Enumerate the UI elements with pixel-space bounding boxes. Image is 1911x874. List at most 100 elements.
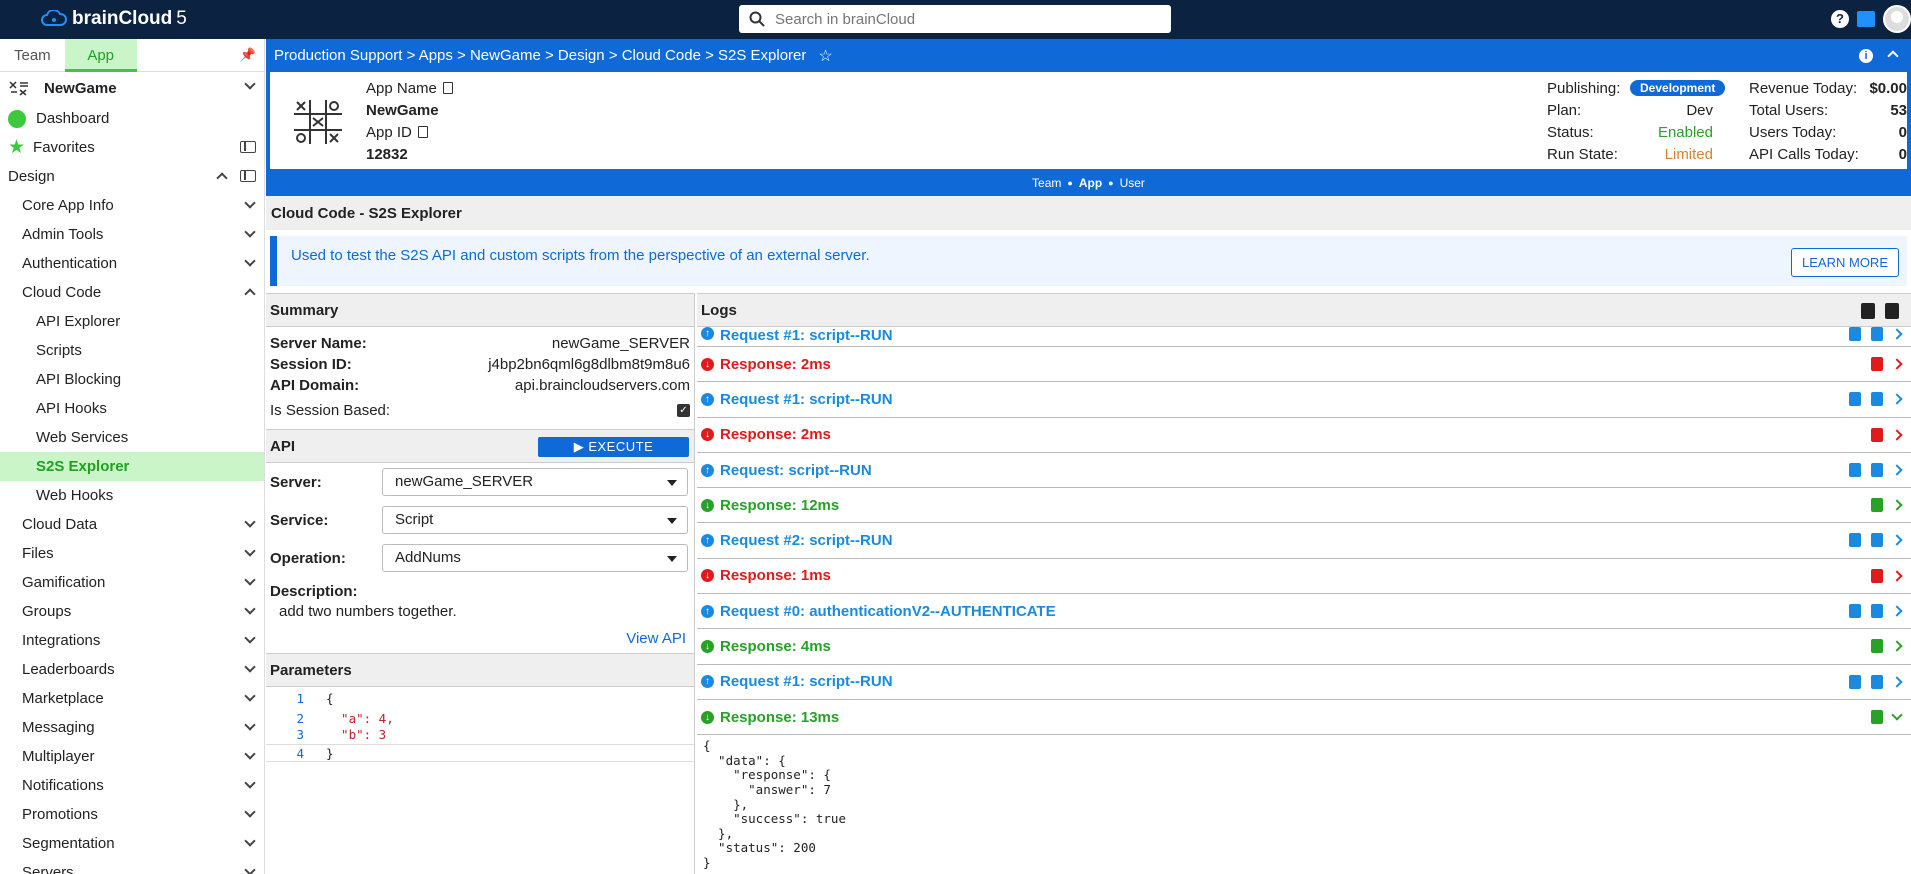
chevron-up-icon[interactable] — [1887, 50, 1899, 62]
sidebar-item-groups[interactable]: Groups — [0, 597, 264, 626]
chevron-right-icon[interactable] — [1891, 676, 1903, 688]
sidebar-item-integrations[interactable]: Integrations — [0, 626, 264, 655]
chevron-down-icon[interactable] — [1891, 709, 1903, 721]
chevron-right-icon[interactable] — [1891, 499, 1903, 511]
log-request-row[interactable]: ↑ Request #1: script--RUN — [697, 665, 1911, 700]
sidebar-item-api-blocking[interactable]: API Blocking — [0, 365, 264, 394]
chevron-right-icon[interactable] — [1891, 428, 1903, 441]
sidebar-item-multiplayer[interactable]: Multiplayer — [0, 742, 264, 771]
log-request-row[interactable]: ↑ Request #1: script--RUN — [697, 327, 1911, 347]
session-based-checkbox[interactable]: ✓ — [677, 403, 690, 417]
log-response-row[interactable]: ↓ Response: 12ms — [697, 488, 1911, 524]
scope-app[interactable]: App — [1079, 176, 1102, 190]
sidebar-item-leaderboards[interactable]: Leaderboards — [0, 655, 264, 684]
sidebar-item-api-explorer[interactable]: API Explorer — [0, 307, 264, 336]
copy-icon[interactable] — [1871, 639, 1883, 654]
tab-app[interactable]: App — [64, 39, 137, 72]
learn-more-button[interactable]: LEARN MORE — [1791, 248, 1899, 277]
copy-icon[interactable] — [1849, 462, 1861, 477]
sidebar-item-s2s-explorer[interactable]: S2S Explorer — [0, 452, 264, 481]
sidebar-item-messaging[interactable]: Messaging — [0, 713, 264, 742]
info-icon[interactable]: i — [1859, 49, 1873, 63]
view-api-link[interactable]: View API — [626, 630, 686, 647]
copy-icon[interactable] — [1871, 568, 1883, 583]
help-icon[interactable]: ? — [1831, 10, 1849, 28]
server-select[interactable]: newGame_SERVER — [382, 468, 688, 496]
parameters-editor[interactable]: 1{ 2 "a": 4, 3 "b": 3 4} — [266, 687, 694, 797]
operation-select[interactable]: AddNums — [382, 544, 688, 572]
trash-icon[interactable] — [1885, 303, 1899, 319]
chevron-right-icon[interactable] — [1891, 605, 1903, 617]
dock-panel-icon[interactable] — [240, 141, 256, 153]
tab-team[interactable]: Team — [0, 39, 65, 72]
sidebar-item-cloud-data[interactable]: Cloud Data — [0, 510, 264, 539]
service-select[interactable]: Script — [382, 506, 688, 534]
search-input[interactable] — [775, 10, 1155, 28]
sidebar-item-files[interactable]: Files — [0, 539, 264, 568]
sidebar-item-authentication[interactable]: Authentication — [0, 249, 264, 278]
log-request-row[interactable]: ↑ Request #1: script--RUN — [697, 382, 1911, 418]
copy-icon[interactable] — [1871, 427, 1883, 442]
chevron-right-icon[interactable] — [1891, 640, 1903, 653]
log-response-row[interactable]: ↓ Response: 2ms — [697, 347, 1911, 383]
user-avatar[interactable] — [1883, 5, 1911, 33]
sidebar-item-dashboard[interactable]: Dashboard — [0, 104, 264, 133]
scope-team[interactable]: Team — [1032, 176, 1061, 190]
copy-icon[interactable] — [1871, 392, 1883, 407]
log-response-row[interactable]: ↓ Response: 4ms — [697, 629, 1911, 665]
copy-icon[interactable] — [1849, 392, 1861, 407]
copy-icon[interactable] — [417, 126, 428, 138]
sidebar-item-web-hooks[interactable]: Web Hooks — [0, 481, 264, 510]
pin-icon[interactable]: 📌 — [240, 47, 256, 63]
chevron-right-icon[interactable] — [1891, 328, 1903, 340]
copy-icon[interactable] — [1871, 709, 1883, 724]
sidebar-item-segmentation[interactable]: Segmentation — [0, 829, 264, 858]
chevron-right-icon[interactable] — [1891, 570, 1903, 582]
log-request-row[interactable]: ↑ Request #0: authenticationV2--AUTHENTIC… — [697, 594, 1911, 630]
chevron-right-icon[interactable] — [1891, 464, 1903, 476]
favorite-star-icon[interactable]: ☆ — [818, 46, 832, 66]
copy-icon[interactable] — [1871, 533, 1883, 548]
copy-all-icon[interactable] — [1861, 303, 1875, 319]
sidebar-item-marketplace[interactable]: Marketplace — [0, 684, 264, 713]
app-selector[interactable]: NewGame — [0, 72, 264, 104]
log-request-row[interactable]: ↑ Request #2: script--RUN — [697, 523, 1911, 559]
sidebar-item-api-hooks[interactable]: API Hooks — [0, 394, 264, 423]
sidebar-item-notifications[interactable]: Notifications — [0, 771, 264, 800]
sidebar-item-favorites[interactable]: ★ Favorites — [0, 133, 264, 162]
copy-icon[interactable] — [1871, 498, 1883, 513]
copy-icon[interactable] — [442, 82, 453, 94]
sidebar-item-core-app-info[interactable]: Core App Info — [0, 191, 264, 220]
copy-icon[interactable] — [1871, 462, 1883, 477]
sidebar-item-scripts[interactable]: Scripts — [0, 336, 264, 365]
sidebar-item-web-services[interactable]: Web Services — [0, 423, 264, 452]
log-response-row[interactable]: ↓ Response: 13ms — [697, 700, 1911, 736]
log-request-row[interactable]: ↑ Request: script--RUN — [697, 453, 1911, 489]
sidebar-item-admin-tools[interactable]: Admin Tools — [0, 220, 264, 249]
copy-icon[interactable] — [1849, 327, 1861, 341]
chevron-right-icon[interactable] — [1891, 534, 1903, 547]
copy-icon[interactable] — [1871, 604, 1883, 619]
sidebar-item-promotions[interactable]: Promotions — [0, 800, 264, 829]
copy-icon[interactable] — [1871, 327, 1883, 341]
scope-user[interactable]: User — [1120, 176, 1145, 190]
chevron-right-icon[interactable] — [1891, 358, 1903, 370]
search-box[interactable] — [739, 5, 1171, 33]
braincloud-logo[interactable]: brainCloud 5 — [40, 8, 187, 30]
copy-icon[interactable] — [1871, 674, 1883, 689]
copy-icon[interactable] — [1849, 533, 1861, 548]
log-response-row[interactable]: ↓ Response: 2ms — [697, 418, 1911, 453]
chevron-right-icon[interactable] — [1891, 393, 1903, 405]
execute-button[interactable]: ▶ EXECUTE — [538, 437, 689, 457]
dock-panel-icon[interactable] — [240, 170, 256, 182]
copy-icon[interactable] — [1849, 604, 1861, 619]
sidebar-item-gamification[interactable]: Gamification — [0, 568, 264, 597]
sidebar-item-cloud-code[interactable]: Cloud Code — [0, 278, 264, 307]
sidebar-item-servers[interactable]: Servers — [0, 858, 264, 874]
copy-icon[interactable] — [1849, 674, 1861, 689]
breadcrumb-path[interactable]: Production Support > Apps > NewGame > De… — [274, 47, 806, 64]
log-response-row[interactable]: ↓ Response: 1ms — [697, 559, 1911, 595]
chat-icon[interactable] — [1857, 11, 1875, 27]
copy-icon[interactable] — [1871, 357, 1883, 371]
sidebar-item-design[interactable]: Design — [0, 162, 264, 191]
